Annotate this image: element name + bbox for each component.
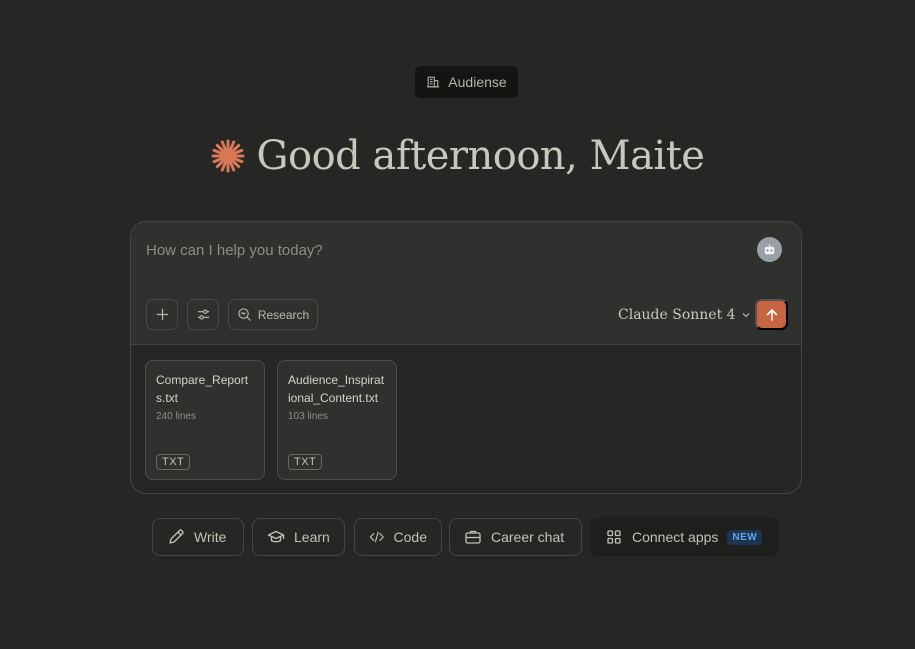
greeting: Good afternoon, Maite (0, 126, 915, 186)
building-icon (427, 76, 440, 88)
model-name: Claude Sonnet 4 (618, 307, 736, 323)
composer: Research Claude Sonnet 4 Compare_Reports… (130, 221, 802, 494)
chevron-down-icon (742, 313, 750, 318)
research-button[interactable]: Research (228, 299, 318, 330)
research-search-icon (238, 308, 251, 321)
organization-badge[interactable]: Audiense (415, 66, 518, 98)
connect-apps-label: Connect apps (632, 529, 719, 545)
attachment-file-name: Audience_Inspirational_Content.txt (288, 373, 385, 405)
add-attachment-button[interactable] (146, 299, 178, 330)
attachment-line-count: 103 lines (288, 411, 329, 422)
career-chat-button[interactable]: Career chat (449, 518, 582, 556)
sliders-icon (197, 309, 209, 320)
apps-grid-icon (607, 530, 621, 544)
greeting-text: Good afternoon, Maite (256, 133, 705, 179)
learn-label: Learn (294, 529, 330, 545)
write-label: Write (194, 529, 227, 545)
write-button[interactable]: Write (152, 518, 244, 556)
plus-icon (156, 308, 168, 321)
code-label: Code (393, 529, 427, 545)
new-badge: NEW (727, 529, 763, 545)
claude-star-icon (211, 139, 245, 173)
briefcase-icon (465, 530, 481, 544)
composer-input-area: Research Claude Sonnet 4 (131, 222, 801, 345)
attachment-type-badge: TXT (156, 454, 191, 470)
pencil-icon (169, 529, 184, 544)
attachment-line-count: 240 lines (156, 411, 197, 422)
attachment-card[interactable]: Compare_Reports.txt 240 lines TXT (145, 360, 265, 480)
send-button[interactable] (755, 299, 788, 330)
career-chat-label: Career chat (491, 529, 565, 545)
tools-settings-button[interactable] (187, 299, 219, 330)
prompt-input[interactable] (146, 239, 726, 261)
graduation-cap-icon (267, 530, 285, 543)
connect-apps-button[interactable]: Connect apps NEW (590, 518, 779, 556)
code-icon (369, 531, 384, 543)
research-label: Research (257, 307, 310, 322)
robot-icon[interactable] (757, 237, 782, 262)
attachment-type-badge: TXT (288, 454, 323, 470)
attachment-card[interactable]: Audience_Inspirational_Content.txt 103 l… (277, 360, 397, 480)
attachment-file-name: Compare_Reports.txt (156, 373, 249, 405)
code-button[interactable]: Code (354, 518, 442, 556)
learn-button[interactable]: Learn (252, 518, 345, 556)
arrow-up-icon (766, 308, 777, 321)
organization-name: Audiense (448, 74, 507, 90)
model-selector[interactable]: Claude Sonnet 4 (618, 304, 751, 326)
